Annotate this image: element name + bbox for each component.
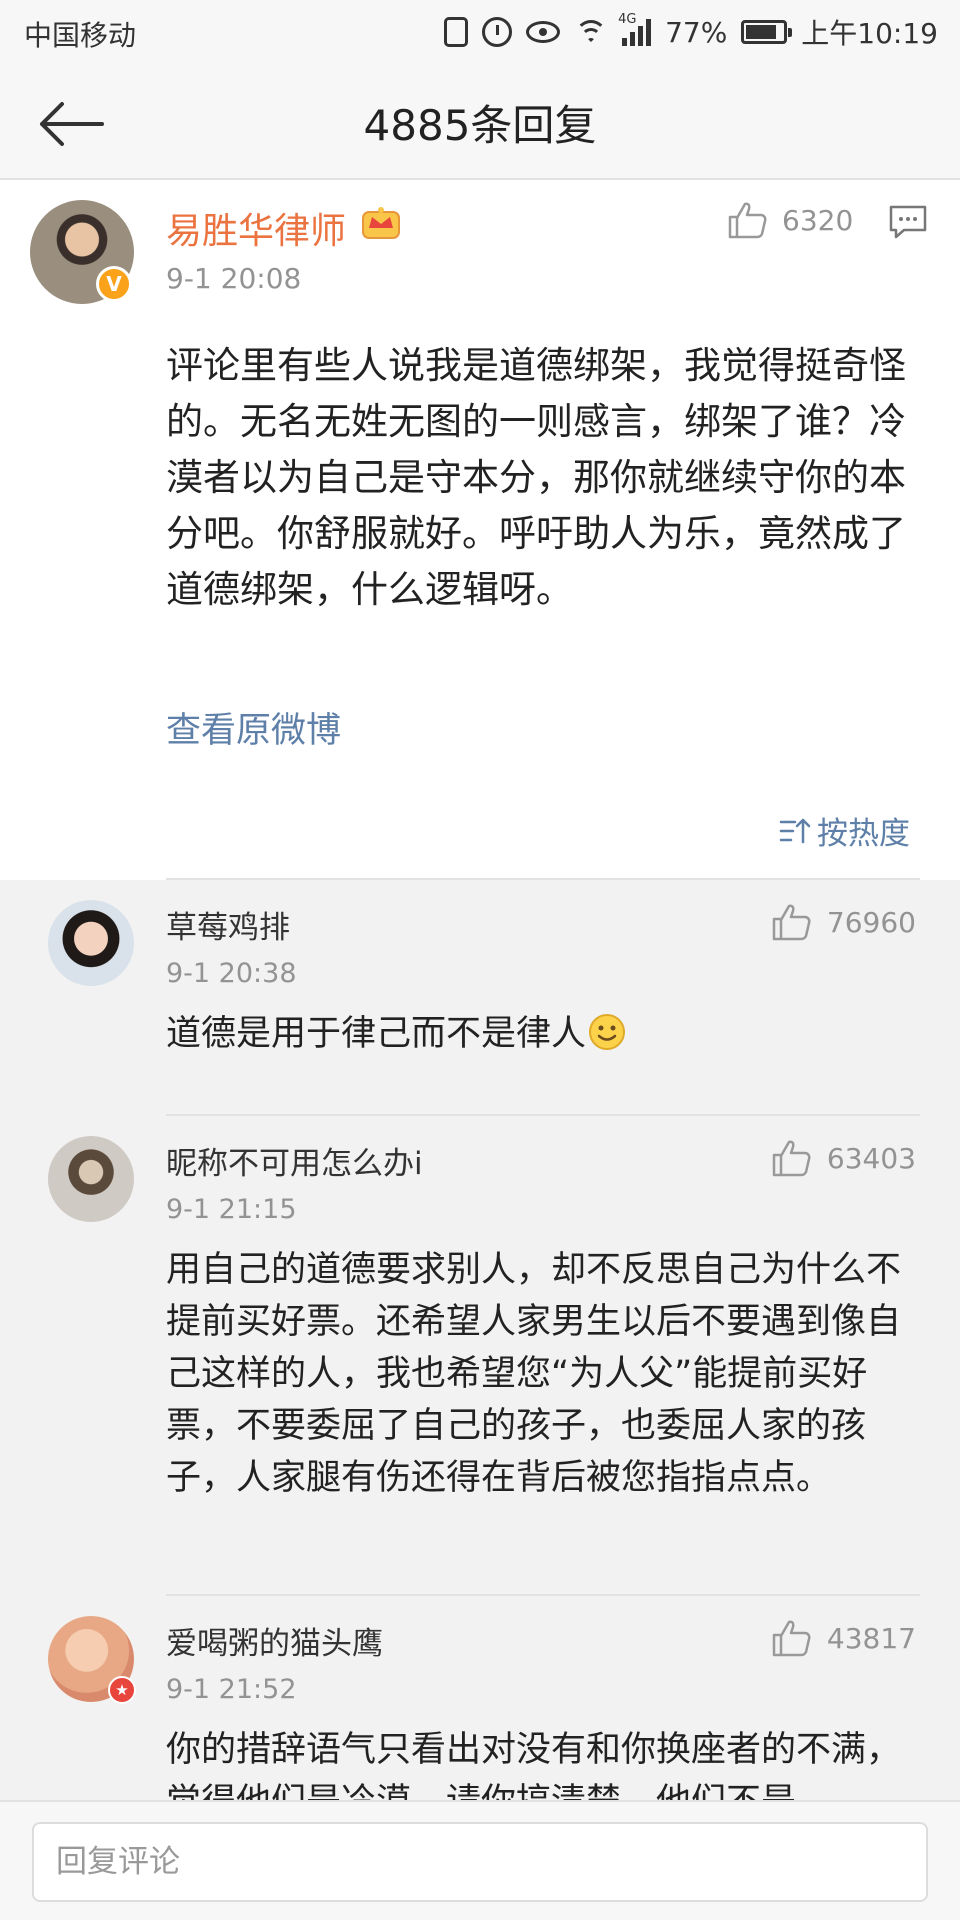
- vibrate-icon: [444, 17, 469, 47]
- comment-text-body: 道德是用于律己而不是律人: [166, 1014, 587, 1054]
- comment-text: 你的措辞语气只看出对没有和你换座者的不满，觉得他们是冷漠。请你搞清楚，他们不是: [166, 1730, 902, 1800]
- like-count: 43817: [826, 1622, 916, 1655]
- page-title: 4885条回复: [363, 101, 597, 150]
- comment-icon[interactable]: [888, 204, 928, 240]
- thumbs-up-icon[interactable]: [770, 1618, 812, 1658]
- avatar[interactable]: [48, 1136, 134, 1222]
- wifi-icon: [574, 18, 608, 46]
- status-bar: 中国移动 4G 77% 上午10:19: [0, 0, 960, 66]
- battery-percent: 77%: [665, 15, 728, 49]
- author-name[interactable]: 易胜华律师: [166, 202, 346, 254]
- reply-bar: 回复评论: [0, 1800, 960, 1920]
- main-comment: V 易胜华律师 9-1 20:08 6320 评论里有些人说我是道德绑架，我觉得…: [0, 180, 960, 880]
- carrier-label: 中国移动: [24, 19, 137, 52]
- signal-icon: 4G: [618, 12, 652, 46]
- comment-text: 用自己的道德要求别人，却不反思自己为什么不提前买好票。还希望人家男生以后不要遇到…: [166, 1250, 902, 1498]
- reply-input[interactable]: 回复评论: [32, 1822, 928, 1902]
- author-name[interactable]: 昵称不可用怎么办i: [166, 1138, 423, 1183]
- divider: [166, 878, 920, 880]
- crown-icon: [362, 207, 400, 239]
- view-original-link[interactable]: 查看原微博: [166, 702, 341, 753]
- avatar[interactable]: [48, 900, 134, 986]
- alarm-icon: [482, 17, 513, 47]
- member-badge-icon: ★: [108, 1676, 136, 1704]
- verified-badge-icon: V: [96, 266, 132, 302]
- sort-label: 按热度: [817, 816, 910, 852]
- comment-text: 道德是用于律己而不是律人: [166, 1008, 926, 1060]
- reply-item: 昵称不可用怎么办i 9-1 21:15 63403 用自己的道德要求别人，却不反…: [0, 1114, 960, 1594]
- network-type-label: 4G: [618, 12, 637, 27]
- timestamp: 9-1 20:08: [166, 262, 302, 295]
- divider: [166, 1114, 920, 1116]
- like-count: 76960: [826, 906, 916, 939]
- like-count: 63403: [826, 1142, 916, 1175]
- status-icons: 4G 77% 上午10:19: [444, 12, 938, 52]
- eye-comfort-icon: [526, 21, 561, 43]
- timestamp: 9-1 21:15: [166, 1194, 297, 1225]
- reply-item: 草莓鸡排 9-1 20:38 76960 道德是用于律己而不是律人: [0, 878, 960, 1114]
- timestamp: 9-1 20:38: [166, 958, 297, 989]
- clock: 上午10:19: [801, 17, 938, 50]
- nav-bar: 4885条回复: [0, 66, 960, 180]
- sort-icon: [779, 818, 811, 843]
- reply-item: ★ 爱喝粥的猫头鹰 9-1 21:52 43817 你的措辞语气只看出对没有和你…: [0, 1594, 960, 1800]
- author-name[interactable]: 爱喝粥的猫头鹰: [166, 1618, 383, 1663]
- smiley-emoji-icon: [589, 1014, 626, 1050]
- battery-icon: [741, 20, 793, 44]
- sort-button[interactable]: 按热度: [779, 808, 910, 853]
- divider: [166, 1594, 920, 1596]
- thumbs-up-icon[interactable]: [726, 200, 768, 240]
- author-name[interactable]: 草莓鸡排: [166, 902, 290, 947]
- comment-text: 评论里有些人说我是道德绑架，我觉得挺奇怪的。无名无姓无图的一则感言，绑架了谁？冷…: [166, 344, 906, 611]
- thumbs-up-icon[interactable]: [770, 902, 812, 942]
- timestamp: 9-1 21:52: [166, 1674, 297, 1705]
- like-count: 6320: [782, 204, 854, 237]
- thumbs-up-icon[interactable]: [770, 1138, 812, 1178]
